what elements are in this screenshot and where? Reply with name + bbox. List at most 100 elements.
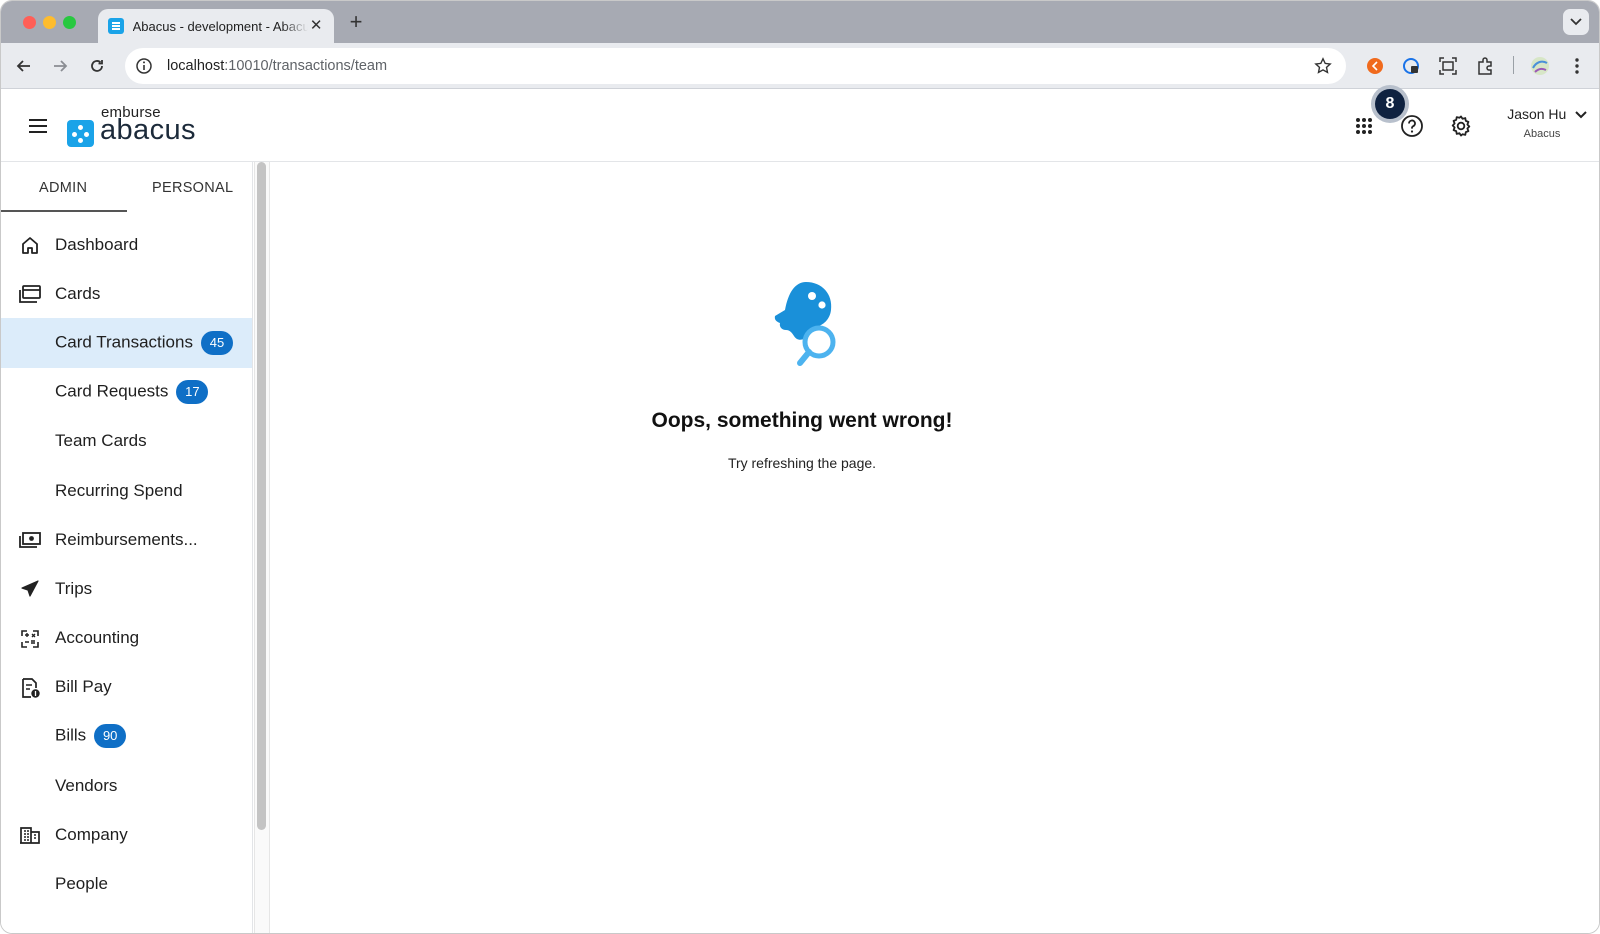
browser-toolbar: localhost:10010/transactions/team — [1, 43, 1599, 89]
cash-icon — [18, 529, 42, 551]
new-tab-button[interactable]: + — [345, 10, 367, 34]
sidebar-item-team-cards[interactable]: Team Cards — [1, 417, 252, 466]
user-org: Abacus — [1523, 128, 1561, 140]
forward-button[interactable] — [49, 55, 71, 77]
sidebar-scrollbar[interactable] — [257, 162, 266, 830]
minimize-window-button[interactable] — [43, 16, 56, 29]
apps-button[interactable] — [1351, 113, 1377, 139]
url-text[interactable]: localhost:10010/transactions/team — [167, 58, 387, 74]
help-button[interactable] — [1399, 113, 1425, 139]
favicon-icon — [108, 18, 124, 34]
tab-personal[interactable]: PERSONAL — [152, 180, 233, 196]
extension-lock-icon — [1403, 58, 1419, 74]
bookmark-star-icon[interactable] — [1314, 57, 1332, 75]
reload-icon — [91, 60, 103, 72]
browser-menu-button[interactable] — [1566, 55, 1588, 77]
sidebar-item-label: Team Cards — [55, 431, 147, 451]
gear-icon — [1451, 115, 1471, 137]
sidebar-item-accounting[interactable]: Accounting — [1, 614, 252, 663]
sidebar-item-card-transactions[interactable]: Card Transactions 45 — [1, 318, 252, 368]
nav-list: Dashboard Cards Card Transactions 45 Card… — [1, 220, 252, 909]
count-badge: 45 — [200, 330, 233, 355]
card-requests-label: Card Requests — [55, 381, 169, 401]
sidebar: ADMIN PERSONAL Dashboard Cards Card Tran… — [1, 162, 253, 933]
sidebar-tabs: ADMIN PERSONAL — [1, 162, 252, 212]
sidebar-item-vendors[interactable]: Vendors — [1, 761, 252, 810]
chevron-down-icon — [1570, 18, 1582, 26]
error-title: Oops, something went wrong! — [651, 409, 953, 432]
screenshot-button[interactable] — [1437, 55, 1459, 77]
sidebar-item-card-requests[interactable]: Card Requests 17 — [1, 368, 252, 417]
plane-icon — [18, 578, 42, 600]
close-window-button[interactable] — [23, 16, 36, 29]
sidebar-item-cards[interactable]: Cards — [1, 269, 252, 318]
main-content: Oops, something went wrong! Try refreshi… — [270, 162, 1599, 933]
site-info-icon[interactable] — [135, 57, 153, 75]
profile-button[interactable] — [1529, 55, 1551, 77]
menu-toggle-button[interactable] — [27, 118, 49, 139]
cards-icon — [18, 283, 42, 305]
extensions-button[interactable] — [1474, 55, 1496, 77]
url-host: localhost — [167, 58, 225, 74]
sidebar-item-label: Card Transactions 45 — [55, 330, 233, 355]
logo-mark-icon — [67, 120, 94, 147]
url-path: :10010/transactions/team — [224, 58, 388, 74]
sidebar-item-label: Cards — [55, 283, 101, 303]
home-icon — [18, 234, 42, 256]
address-bar[interactable]: localhost:10010/transactions/team — [125, 48, 1346, 84]
sidebar-item-trips[interactable]: Trips — [1, 564, 252, 613]
close-tab-icon[interactable]: ✕ — [308, 18, 324, 34]
browser-tab[interactable]: Abacus - development - Abacus ✕ — [98, 9, 334, 43]
sidebar-item-dashboard[interactable]: Dashboard — [1, 220, 252, 269]
count-badge: 17 — [176, 380, 209, 405]
sidebar-item-label: Trips — [55, 578, 93, 598]
apps-grid-icon — [1356, 118, 1372, 134]
tab-search-button[interactable] — [1563, 9, 1589, 35]
sidebar-item-label: Dashboard — [55, 234, 139, 254]
sidebar-item-reimbursements[interactable]: Reimbursements... — [1, 515, 252, 564]
count-badge: 90 — [94, 724, 127, 749]
arrow-right-icon — [54, 60, 68, 72]
profile-avatar-icon — [1531, 57, 1549, 75]
sidebar-item-label: Bill Pay — [55, 677, 112, 697]
sidebar-item-bill-pay[interactable]: Bill Pay — [1, 663, 252, 712]
tab-strip: Abacus - development - Abacus ✕ + — [1, 1, 1599, 43]
arrow-left-icon — [16, 60, 30, 72]
logo-product-text: abacus — [100, 114, 196, 146]
app-header: emburse abacus Jason Hu Abacus — [1, 90, 1599, 162]
sidebar-item-recurring-spend[interactable]: Recurring Spend — [1, 466, 252, 515]
tab-admin[interactable]: ADMIN — [39, 180, 87, 196]
abacus-logo[interactable]: emburse abacus — [67, 100, 207, 150]
extension-orange-icon — [1367, 58, 1383, 74]
sidebar-item-company[interactable]: Company — [1, 810, 252, 859]
ghost-magnifier-icon — [774, 282, 836, 366]
puzzle-icon — [1478, 57, 1492, 75]
sidebar-item-label: Vendors — [55, 775, 118, 795]
error-subtitle: Try refreshing the page. — [727, 455, 877, 471]
help-icon — [1401, 115, 1423, 137]
calculator-icon — [18, 628, 42, 650]
sidebar-item-label: Card Requests 17 — [55, 380, 209, 405]
sidebar-item-bills[interactable]: Bills 90 — [1, 712, 252, 761]
browser-window: Abacus - development - Abacus ✕ + localh… — [0, 0, 1600, 934]
sidebar-item-label: Company — [55, 824, 128, 844]
maximize-window-button[interactable] — [63, 16, 76, 29]
active-tab-indicator — [1, 210, 127, 212]
building-icon — [18, 824, 42, 846]
sidebar-item-people[interactable]: People — [1, 859, 252, 908]
user-name: Jason Hu — [1507, 106, 1567, 122]
user-menu[interactable]: Jason Hu Abacus — [1501, 106, 1593, 140]
bills-label: Bills — [55, 725, 87, 745]
sidebar-item-label: Reimbursements... — [55, 529, 198, 549]
toolbar-separator — [1513, 56, 1514, 74]
extension-lock-button[interactable] — [1400, 55, 1422, 77]
notification-badge[interactable]: 8 — [1375, 89, 1405, 119]
tab-title: Abacus - development - Abacus — [132, 18, 309, 34]
hamburger-icon — [29, 119, 47, 133]
back-button[interactable] — [13, 55, 35, 77]
extension-orange-button[interactable] — [1364, 55, 1386, 77]
chevron-down-icon — [1575, 111, 1587, 119]
reload-button[interactable] — [86, 55, 108, 77]
sidebar-item-label: Recurring Spend — [55, 480, 183, 500]
settings-button[interactable] — [1448, 113, 1474, 139]
